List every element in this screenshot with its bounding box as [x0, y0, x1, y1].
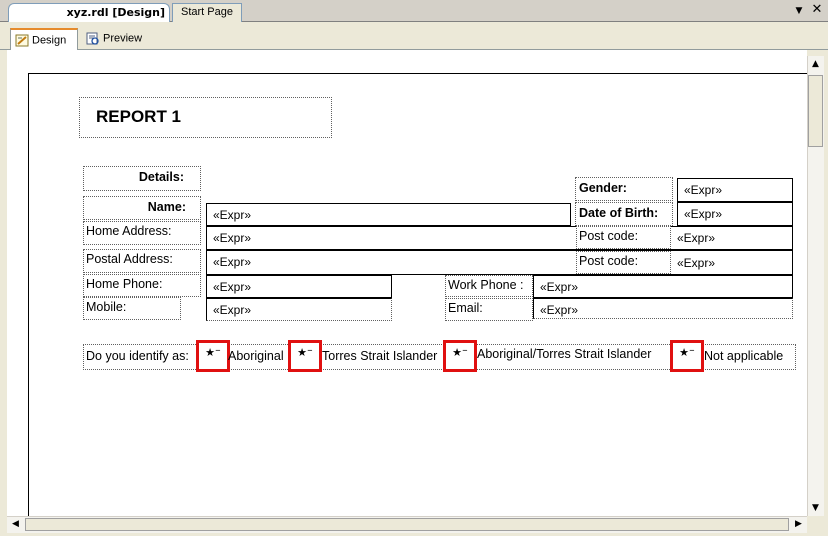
home-phone-label[interactable]: Home Phone:: [83, 274, 201, 297]
identify-question-label[interactable]: Do you identify as:: [86, 349, 198, 367]
document-tab-strip: xyz.rdl [Design] Start Page ▼ ✕: [0, 0, 828, 22]
scroll-down-arrow-icon[interactable]: ▼: [807, 500, 824, 517]
aboriginal-torres-strait-checkbox[interactable]: ★⁻: [443, 340, 477, 372]
tab-start-page[interactable]: Start Page: [172, 3, 242, 22]
tab-design[interactable]: Design: [10, 28, 78, 50]
name-expr-field[interactable]: «Expr»: [206, 203, 571, 226]
post-code-expr-field-1[interactable]: «Expr»: [671, 227, 791, 249]
work-phone-label[interactable]: Work Phone :: [445, 275, 533, 297]
preview-icon: [86, 32, 99, 45]
torres-strait-checkbox[interactable]: ★⁻: [288, 340, 322, 372]
aboriginal-label[interactable]: Aboriginal: [228, 349, 290, 367]
scroll-up-arrow-icon[interactable]: ▲: [807, 56, 824, 73]
close-icon[interactable]: ✕: [810, 3, 824, 17]
mobile-label[interactable]: Mobile:: [83, 297, 181, 320]
tab-preview-label: Preview: [103, 32, 143, 45]
post-code-label-2[interactable]: Post code:: [576, 251, 671, 274]
tab-preview[interactable]: Preview: [82, 28, 152, 50]
name-label[interactable]: Name:: [83, 196, 201, 220]
horizontal-scroll-thumb[interactable]: [25, 518, 789, 531]
mobile-expr-field[interactable]: «Expr»: [206, 298, 392, 321]
gender-expr-field[interactable]: «Expr»: [677, 178, 793, 202]
post-code-label-1[interactable]: Post code:: [576, 226, 671, 249]
email-label[interactable]: Email:: [445, 298, 533, 321]
report-title[interactable]: REPORT 1: [79, 97, 332, 138]
vertical-scroll-thumb[interactable]: [808, 75, 823, 147]
view-tab-bar: Design Preview: [0, 22, 828, 50]
design-icon: [15, 34, 29, 47]
scroll-right-arrow-icon[interactable]: ▶: [790, 516, 807, 533]
home-address-label[interactable]: Home Address:: [83, 221, 201, 245]
post-code-expr-field-2[interactable]: «Expr»: [671, 252, 791, 273]
torres-strait-label[interactable]: Torres Strait Islander: [322, 349, 444, 367]
tab-xyz-rdl-design[interactable]: xyz.rdl [Design]: [8, 3, 170, 22]
aboriginal-checkbox[interactable]: ★⁻: [196, 340, 230, 372]
report-design-canvas[interactable]: REPORT 1 Details: Name: «Expr» Gender: «…: [7, 50, 807, 516]
work-phone-expr-field[interactable]: «Expr»: [533, 275, 793, 298]
email-expr-field[interactable]: «Expr»: [533, 298, 793, 319]
not-applicable-label[interactable]: Not applicable: [704, 349, 794, 367]
not-applicable-checkbox[interactable]: ★⁻: [670, 340, 704, 372]
scroll-left-arrow-icon[interactable]: ◀: [7, 516, 24, 533]
home-phone-expr-field[interactable]: «Expr»: [206, 275, 392, 298]
aboriginal-torres-strait-label[interactable]: Aboriginal/Torres Strait Islander: [477, 347, 669, 365]
dob-expr-field[interactable]: «Expr»: [677, 202, 793, 226]
details-label[interactable]: Details:: [83, 166, 201, 191]
gender-label[interactable]: Gender:: [575, 177, 673, 201]
dob-label[interactable]: Date of Birth:: [575, 202, 673, 226]
postal-address-label[interactable]: Postal Address:: [83, 249, 201, 273]
tab-dropdown-icon[interactable]: ▼: [793, 5, 805, 17]
tab-design-label: Design: [32, 34, 67, 47]
scrollbar-corner: [807, 516, 828, 536]
